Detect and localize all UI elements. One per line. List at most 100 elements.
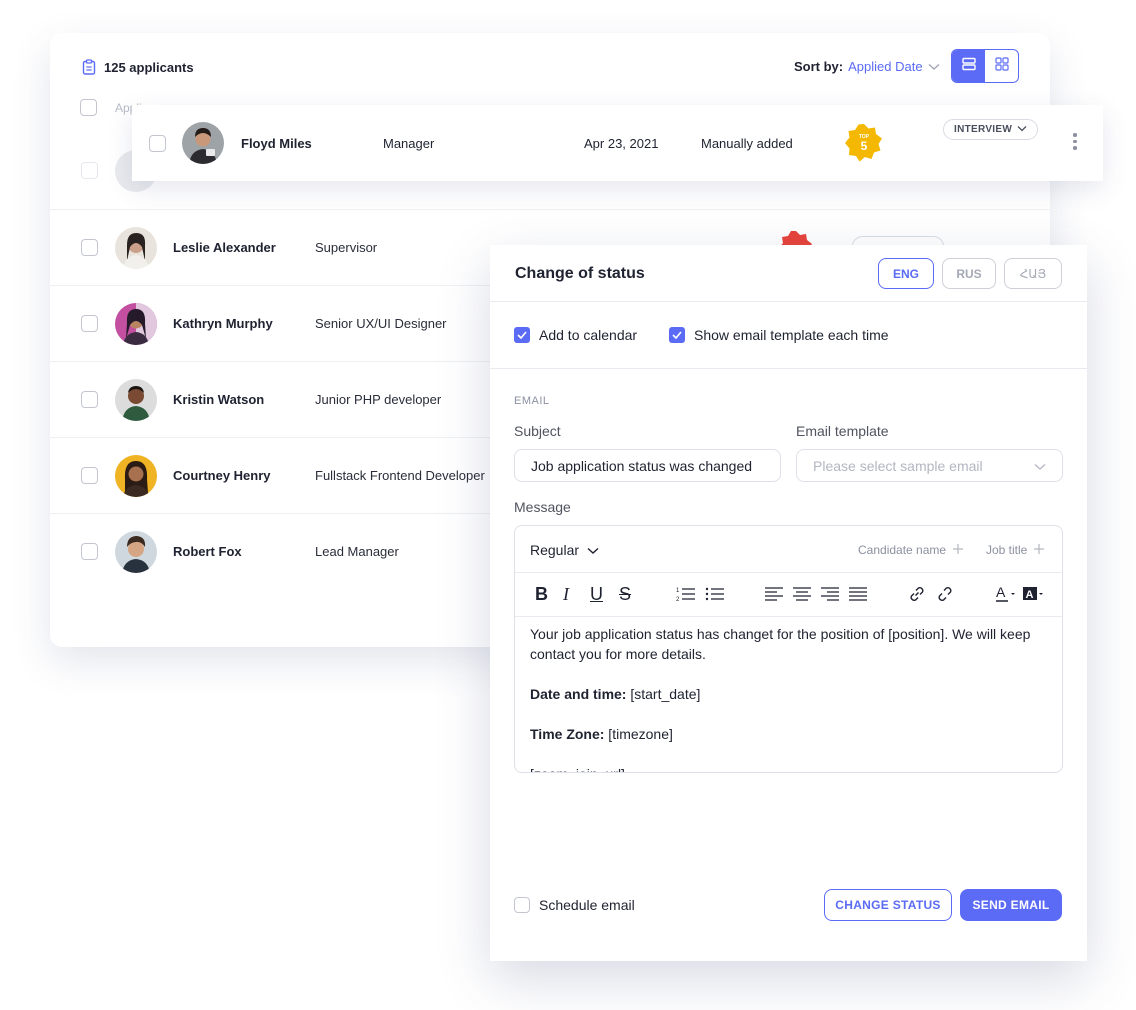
row-checkbox[interactable] bbox=[81, 162, 98, 179]
add-to-calendar-label: Add to calendar bbox=[539, 327, 638, 343]
show-template-label: Show email template each time bbox=[694, 327, 889, 343]
plus-icon bbox=[953, 543, 964, 557]
align-left-icon[interactable] bbox=[765, 583, 783, 605]
grid-view-icon bbox=[994, 56, 1009, 76]
avatar bbox=[115, 303, 157, 345]
avatar bbox=[115, 227, 157, 269]
bullet-list-icon[interactable] bbox=[705, 583, 725, 605]
applicant-role: Fullstack Frontend Developer bbox=[315, 468, 485, 483]
editor-content[interactable]: Your job application status has changet … bbox=[530, 624, 1050, 772]
message-paragraph: Your job application status has changet … bbox=[530, 626, 1031, 662]
editor-top-bar: Regular Candidate name Job title bbox=[515, 526, 1062, 573]
language-rus-button[interactable]: RUS bbox=[942, 258, 996, 289]
align-center-icon[interactable] bbox=[793, 583, 811, 605]
status-label: INTERVIEW bbox=[954, 124, 1013, 135]
insert-job-title-button[interactable]: Job title bbox=[986, 543, 1045, 557]
list-view-button[interactable] bbox=[952, 50, 985, 82]
strikethrough-icon[interactable]: S bbox=[619, 583, 631, 605]
email-template-label: Email template bbox=[796, 423, 889, 439]
applicant-source: Manually added bbox=[701, 136, 793, 151]
chevron-down-icon bbox=[1034, 458, 1046, 474]
applicant-role: Senior UX/UI Designer bbox=[315, 316, 447, 331]
formatting-toolbar: B I U S 12 A A bbox=[515, 573, 1062, 617]
svg-text:A: A bbox=[996, 585, 1006, 600]
applicant-role: Lead Manager bbox=[315, 544, 399, 559]
numbered-list-icon[interactable]: 12 bbox=[676, 583, 696, 605]
schedule-email-label: Schedule email bbox=[539, 897, 635, 913]
add-to-calendar-checkbox[interactable] bbox=[514, 327, 530, 343]
status-dropdown[interactable]: INTERVIEW bbox=[943, 119, 1039, 140]
underline-icon[interactable]: U bbox=[590, 583, 603, 605]
highlight-color-icon[interactable]: A bbox=[1023, 583, 1045, 605]
bold-icon[interactable]: B bbox=[535, 583, 548, 605]
applicant-name[interactable]: Courtney Henry bbox=[173, 468, 271, 483]
divider bbox=[490, 368, 1087, 369]
subject-value: Job application status was changed bbox=[531, 457, 753, 474]
align-right-icon[interactable] bbox=[821, 583, 839, 605]
applicant-name[interactable]: Kathryn Murphy bbox=[173, 316, 273, 331]
view-toggle bbox=[951, 49, 1019, 83]
status-pill bbox=[852, 236, 944, 245]
schedule-email-checkbox[interactable] bbox=[514, 897, 530, 913]
job-title-label: Job title bbox=[986, 543, 1028, 557]
add-to-calendar-option[interactable]: Add to calendar bbox=[514, 327, 637, 343]
message-paragraph: Time Zone: [timezone] bbox=[530, 724, 1050, 744]
svg-text:A: A bbox=[1026, 589, 1034, 601]
date-time-label: Date and time: bbox=[530, 686, 627, 702]
italic-icon[interactable]: I bbox=[563, 583, 569, 605]
row-checkbox[interactable] bbox=[149, 135, 166, 152]
sort-value[interactable]: Applied Date bbox=[848, 59, 922, 74]
row-checkbox[interactable] bbox=[81, 239, 98, 256]
subject-input[interactable]: Job application status was changed bbox=[514, 449, 781, 482]
schedule-email-option[interactable]: Schedule email bbox=[514, 897, 635, 913]
message-editor[interactable]: Regular Candidate name Job title B I U S… bbox=[514, 525, 1063, 773]
insert-candidate-name-button[interactable]: Candidate name bbox=[858, 543, 964, 557]
timezone-label: Time Zone: bbox=[530, 726, 605, 742]
svg-text:2: 2 bbox=[676, 597, 680, 602]
align-justify-icon[interactable] bbox=[849, 583, 867, 605]
applicant-name[interactable]: Kristin Watson bbox=[173, 392, 264, 407]
font-color-icon[interactable]: A bbox=[996, 583, 1016, 605]
applicant-role: Junior PHP developer bbox=[315, 392, 442, 407]
applicant-name[interactable]: Leslie Alexander bbox=[173, 240, 276, 255]
candidate-name-label: Candidate name bbox=[858, 543, 947, 557]
grid-view-button[interactable] bbox=[985, 50, 1018, 82]
row-checkbox[interactable] bbox=[81, 543, 98, 560]
email-template-placeholder: Please select sample email bbox=[813, 457, 983, 474]
modal-title: Change of status bbox=[515, 265, 645, 282]
text-style-value: Regular bbox=[530, 542, 580, 558]
unlink-icon[interactable] bbox=[935, 583, 955, 605]
row-checkbox[interactable] bbox=[81, 391, 98, 408]
row-checkbox[interactable] bbox=[81, 315, 98, 332]
clipboard-icon bbox=[82, 59, 96, 75]
sort-control[interactable]: Sort by: Applied Date bbox=[794, 59, 940, 74]
more-options-icon[interactable] bbox=[1073, 133, 1077, 150]
avatar bbox=[182, 122, 224, 164]
show-template-checkbox[interactable] bbox=[669, 327, 685, 343]
email-section-label: EMAIL bbox=[514, 395, 550, 407]
date-time-value: [start_date] bbox=[626, 686, 701, 702]
list-view-icon bbox=[961, 57, 976, 76]
applicant-role: Manager bbox=[383, 136, 435, 151]
subject-label: Subject bbox=[514, 423, 561, 439]
change-status-button[interactable]: CHANGE STATUS bbox=[824, 889, 952, 921]
avatar bbox=[115, 455, 157, 497]
applicant-name[interactable]: Robert Fox bbox=[173, 544, 242, 559]
select-all-checkbox[interactable] bbox=[80, 99, 97, 116]
show-template-option[interactable]: Show email template each time bbox=[669, 327, 889, 343]
text-style-dropdown[interactable]: Regular bbox=[530, 542, 599, 558]
language-hy-button[interactable]: ՀԱՅ bbox=[1004, 258, 1062, 289]
email-template-select[interactable]: Please select sample email bbox=[796, 449, 1063, 482]
applicant-name[interactable]: Floyd Miles bbox=[241, 136, 312, 151]
link-icon[interactable] bbox=[907, 583, 927, 605]
send-email-button[interactable]: SEND EMAIL bbox=[960, 889, 1062, 921]
avatar bbox=[115, 531, 157, 573]
avatar bbox=[115, 379, 157, 421]
highlighted-applicant-row[interactable]: Floyd Miles Manager Apr 23, 2021 Manuall… bbox=[132, 105, 1103, 181]
timezone-value: [timezone] bbox=[604, 726, 673, 742]
divider bbox=[490, 301, 1087, 302]
svg-text:5: 5 bbox=[861, 139, 868, 153]
language-eng-button[interactable]: ENG bbox=[878, 258, 934, 289]
row-checkbox[interactable] bbox=[81, 467, 98, 484]
applicant-count-label: 125 applicants bbox=[104, 59, 194, 75]
